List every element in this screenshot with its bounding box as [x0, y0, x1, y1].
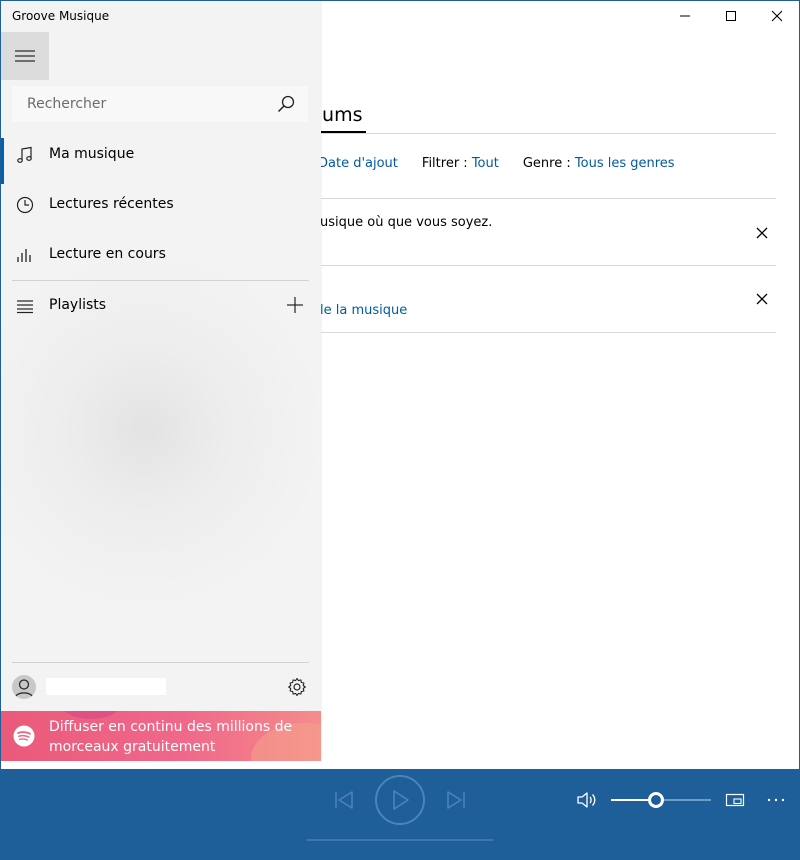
- sidebar-item-label: Lectures récentes: [49, 196, 174, 212]
- mini-player-button[interactable]: [725, 791, 745, 809]
- close-icon: [756, 293, 768, 305]
- spotify-promo-text: Diffuser en continu des millions de morc…: [49, 719, 293, 755]
- next-track-button[interactable]: [443, 787, 469, 813]
- notice-text: usique où que vous soyez.: [320, 215, 493, 230]
- spotify-promo-banner[interactable]: Diffuser en continu des millions de morc…: [1, 711, 321, 761]
- filter-group: Filtrer : Tout: [422, 156, 499, 171]
- close-icon: [771, 10, 783, 22]
- spotify-icon: [13, 725, 35, 747]
- play-button[interactable]: [375, 775, 425, 825]
- genre-group: Genre : Tous les genres: [523, 156, 675, 171]
- next-icon: [447, 791, 465, 809]
- notice-link[interactable]: le la musique: [320, 303, 407, 318]
- search-placeholder: Rechercher: [27, 96, 107, 112]
- notice-banner: le la musique: [310, 266, 776, 333]
- seek-bar[interactable]: [307, 839, 493, 841]
- volume-slider[interactable]: [611, 792, 711, 808]
- avatar[interactable]: [12, 675, 36, 699]
- dismiss-notice-button[interactable]: [754, 225, 770, 241]
- nav-divider: [12, 662, 309, 663]
- speaker-icon: [577, 792, 596, 808]
- search-input[interactable]: Rechercher: [12, 86, 308, 122]
- sort-dropdown[interactable]: Date d'ajout: [318, 156, 398, 171]
- close-icon: [756, 227, 768, 239]
- sidebar-item-now-playing[interactable]: Lecture en cours: [0, 230, 321, 280]
- navigation-pane: Groove Musique Rechercher Ma musique Lec…: [0, 0, 321, 761]
- playlist-icon: [16, 297, 34, 315]
- account-name[interactable]: [46, 678, 166, 695]
- user-icon: [14, 679, 34, 698]
- sidebar-item-playlists[interactable]: Playlists: [0, 281, 321, 331]
- minimize-icon: [680, 15, 690, 17]
- volume-button[interactable]: [575, 789, 597, 811]
- plus-icon: [287, 297, 303, 313]
- close-button[interactable]: [754, 0, 800, 32]
- gear-icon: [288, 677, 306, 697]
- more-icon: [767, 798, 785, 802]
- genre-label: Genre :: [522, 156, 571, 171]
- header-divider: [310, 133, 776, 134]
- maximize-button[interactable]: [708, 0, 754, 32]
- hamburger-icon: [15, 50, 35, 62]
- previous-icon: [335, 791, 353, 809]
- hamburger-menu-button[interactable]: [1, 32, 49, 80]
- search-icon: [277, 95, 295, 113]
- sidebar-item-recent-plays[interactable]: Lectures récentes: [0, 180, 321, 230]
- volume-thumb[interactable]: [648, 792, 664, 808]
- add-playlist-button[interactable]: [286, 296, 304, 314]
- equalizer-icon: [16, 246, 34, 264]
- search-button[interactable]: [276, 94, 296, 114]
- filter-label: Filtrer :: [421, 156, 468, 171]
- filter-dropdown[interactable]: Tout: [472, 156, 499, 171]
- sidebar-item-my-music[interactable]: Ma musique: [0, 130, 321, 184]
- filter-bar: Date d'ajout Filtrer : Tout Genre : Tous…: [318, 156, 675, 171]
- previous-track-button[interactable]: [331, 787, 357, 813]
- play-icon: [393, 790, 409, 810]
- clock-icon: [16, 196, 34, 214]
- minimize-button[interactable]: [662, 0, 708, 32]
- dismiss-notice-button[interactable]: [754, 291, 770, 307]
- maximize-icon: [726, 11, 736, 21]
- sidebar-item-label: Playlists: [49, 297, 107, 313]
- sidebar-item-label: Ma musique: [49, 146, 135, 162]
- active-indicator: [0, 138, 4, 184]
- genre-dropdown[interactable]: Tous les genres: [575, 156, 675, 171]
- app-title: Groove Musique: [12, 9, 110, 23]
- mini-player-icon: [725, 793, 745, 807]
- settings-button[interactable]: [287, 677, 307, 697]
- sidebar-item-label: Lecture en cours: [49, 246, 166, 262]
- notice-banner: usique où que vous soyez.: [310, 198, 776, 266]
- more-options-button[interactable]: [766, 791, 786, 809]
- player-bar: [1, 769, 799, 859]
- music-note-icon: [16, 146, 34, 164]
